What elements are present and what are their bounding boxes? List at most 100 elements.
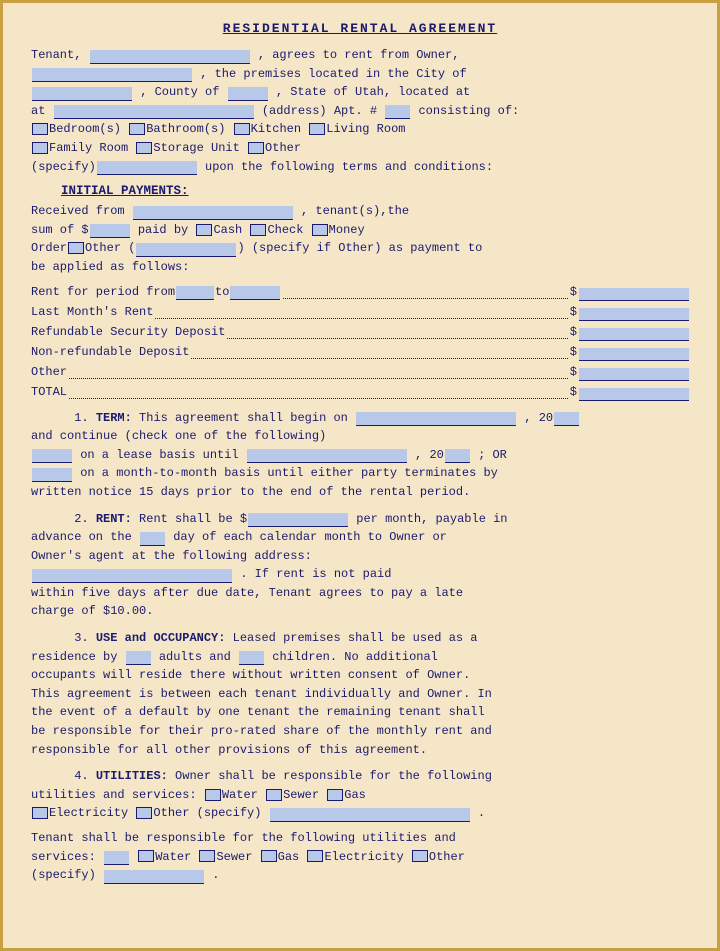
term-text3: and continue (check one of the following… xyxy=(31,429,326,443)
other-payment-checkbox[interactable] xyxy=(68,242,84,254)
last-months-rent-label: Last Month's Rent xyxy=(31,303,153,321)
owner-gas-checkbox[interactable] xyxy=(327,789,343,801)
occ-text2: residence by xyxy=(31,650,117,664)
check-checkbox[interactable] xyxy=(250,224,266,236)
occ-text9: responsible for all other provisions of … xyxy=(31,743,427,757)
other-room-checkbox[interactable] xyxy=(248,142,264,154)
storage-checkbox[interactable] xyxy=(136,142,152,154)
occ-text3: adults and xyxy=(159,650,231,664)
lease-end-field[interactable] xyxy=(247,449,407,463)
term-number: 1. xyxy=(74,411,88,425)
tenant-gas-checkbox[interactable] xyxy=(261,850,277,862)
bedroom-checkbox[interactable] xyxy=(32,123,48,135)
owner-name-field[interactable] xyxy=(32,68,192,82)
tenant-other-specify[interactable] xyxy=(104,870,204,884)
tenant-gas-label: Gas xyxy=(278,850,300,864)
total-dots xyxy=(69,398,568,399)
nr-amount-field[interactable] xyxy=(579,348,689,361)
kitchen-checkbox[interactable] xyxy=(234,123,250,135)
money-label: Money xyxy=(329,223,365,237)
lease-option-field[interactable] xyxy=(32,449,72,463)
owner-sewer-checkbox[interactable] xyxy=(266,789,282,801)
other-payment-field[interactable] xyxy=(136,243,236,257)
rent-day-field[interactable] xyxy=(140,532,165,546)
received-from-field[interactable] xyxy=(133,206,293,220)
other-label: Other xyxy=(31,363,67,381)
familyroom-label: Family Room xyxy=(49,141,128,155)
occ-text7: the event of a default by one tenant the… xyxy=(31,705,485,719)
sd-amount-field[interactable] xyxy=(579,328,689,341)
occ-text4: children. No additional xyxy=(272,650,438,664)
term-text2: , 20 xyxy=(524,411,553,425)
rent-from-field[interactable] xyxy=(176,286,214,300)
tenant-name-field[interactable] xyxy=(90,50,250,64)
owner-other-specify[interactable] xyxy=(270,808,470,822)
owner-other-checkbox[interactable] xyxy=(136,807,152,819)
tenant-other-checkbox[interactable] xyxy=(412,850,428,862)
total-row: TOTAL $ xyxy=(31,383,689,401)
owner-elec-label: Electricity xyxy=(49,806,128,820)
payment-lines-section: Rent for period from to $ Last Month's R… xyxy=(31,283,689,401)
sum-field[interactable] xyxy=(90,224,130,238)
adults-field[interactable] xyxy=(126,651,151,665)
city-field[interactable] xyxy=(32,87,132,101)
tenant-label: Tenant, xyxy=(31,48,81,62)
owner-elec-checkbox[interactable] xyxy=(32,807,48,819)
util-number: 4. xyxy=(74,769,88,783)
lmr-amount-field[interactable] xyxy=(579,308,689,321)
rent-text5: Owner's agent at the following address: xyxy=(31,549,312,563)
apt-field[interactable] xyxy=(385,105,410,119)
tenant-util-small[interactable] xyxy=(104,851,129,865)
term-text5: , 20 xyxy=(415,448,444,462)
familyroom-checkbox[interactable] xyxy=(32,142,48,154)
county-field[interactable] xyxy=(228,87,268,101)
occ-title: USE and OCCUPANCY: xyxy=(96,631,226,645)
other-specify-field[interactable] xyxy=(97,161,197,175)
occ-text1: Leased premises shall be used as a xyxy=(233,631,478,645)
owner-address-field[interactable] xyxy=(32,569,232,583)
month-option-field[interactable] xyxy=(32,468,72,482)
storage-label: Storage Unit xyxy=(153,141,239,155)
sd-dots xyxy=(227,338,567,339)
rent-amount-field[interactable] xyxy=(579,288,689,301)
page-title: RESIDENTIAL RENTAL AGREEMENT xyxy=(31,21,689,36)
term-text6: ; OR xyxy=(478,448,507,462)
cash-label: Cash xyxy=(213,223,242,237)
rent-period-label: Rent for period from xyxy=(31,283,175,301)
check-label: Check xyxy=(267,223,303,237)
tenant-utilities-paragraph: Tenant shall be responsible for the foll… xyxy=(31,829,689,885)
rent-number: 2. xyxy=(74,512,88,526)
tenant-elec-checkbox[interactable] xyxy=(307,850,323,862)
children-field[interactable] xyxy=(239,651,264,665)
money-checkbox[interactable] xyxy=(312,224,328,236)
term-title: TERM: xyxy=(96,411,132,425)
other-amount-field[interactable] xyxy=(579,368,689,381)
term-year-field[interactable] xyxy=(554,412,579,426)
term-text7: on a month-to-month basis until either p… xyxy=(80,466,498,480)
tenant-water-checkbox[interactable] xyxy=(138,850,154,862)
agrees-text: , agrees to rent from Owner, xyxy=(258,48,460,62)
livingroom-checkbox[interactable] xyxy=(309,123,325,135)
page: RESIDENTIAL RENTAL AGREEMENT Tenant, , a… xyxy=(0,0,720,951)
cash-checkbox[interactable] xyxy=(196,224,212,236)
owner-water-checkbox[interactable] xyxy=(205,789,221,801)
at-label: at xyxy=(31,104,45,118)
order-label: Order xyxy=(31,241,67,255)
rent-period-row: Rent for period from to $ xyxy=(31,283,689,301)
rent-to-field[interactable] xyxy=(230,286,280,300)
address-field[interactable] xyxy=(54,105,254,119)
rent-amount-monthly[interactable] xyxy=(248,513,348,527)
total-label: TOTAL xyxy=(31,383,67,401)
upon-text: upon the following terms and conditions: xyxy=(205,160,493,174)
other-dots xyxy=(69,378,568,379)
util-title: UTILITIES: xyxy=(96,769,168,783)
total-amount-field[interactable] xyxy=(579,388,689,401)
tenant-sewer-checkbox[interactable] xyxy=(199,850,215,862)
lease-end-year[interactable] xyxy=(445,449,470,463)
util-text1: Owner shall be responsible for the follo… xyxy=(175,769,492,783)
intro-paragraph: Tenant, , agrees to rent from Owner, , t… xyxy=(31,46,689,176)
bathroom-checkbox[interactable] xyxy=(129,123,145,135)
be-applied-text: be applied as follows: xyxy=(31,260,189,274)
term-text4: on a lease basis until xyxy=(80,448,238,462)
term-start-field[interactable] xyxy=(356,412,516,426)
